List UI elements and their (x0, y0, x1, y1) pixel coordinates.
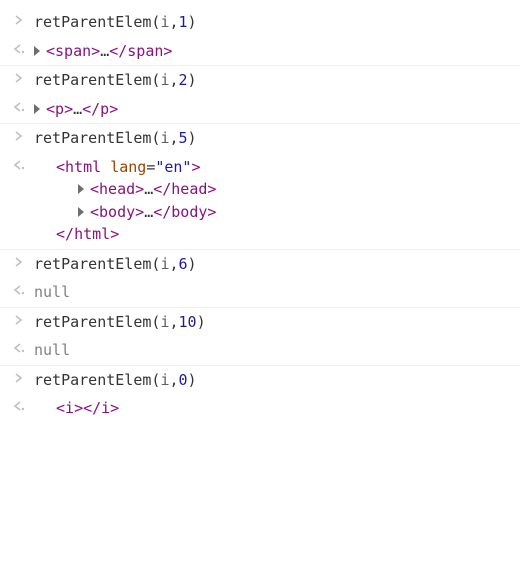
console-input: retParentElem(i,1) (34, 11, 520, 34)
dom-node[interactable]: <i></i> (34, 399, 119, 417)
console-output-row[interactable]: null (4, 336, 520, 365)
console-input-row[interactable]: retParentElem(i,1) (4, 8, 520, 37)
console-input-row[interactable]: retParentElem(i,5) (4, 124, 520, 153)
null-value: null (34, 341, 70, 359)
fn-num: 2 (179, 71, 188, 89)
expand-caret-icon[interactable] (34, 46, 40, 56)
console-output-row[interactable]: <p>…</p> (4, 95, 520, 124)
fn-num: 0 (179, 371, 188, 389)
dom-child-node[interactable]: <body>…</body> (34, 201, 512, 224)
console-output: <i></i> (34, 397, 520, 420)
fn-num: 10 (179, 313, 197, 331)
console-output: <span>…</span> (34, 40, 520, 63)
console-entry: retParentElem(i,1) <span>…</span> (0, 8, 520, 66)
null-value: null (34, 283, 70, 301)
console-output-row[interactable]: <i></i> (4, 394, 520, 423)
expand-caret-icon[interactable] (78, 207, 84, 217)
console-output-row[interactable]: <html lang="en"><head>…</head><body>…</b… (4, 153, 520, 249)
console-input: retParentElem(i,6) (34, 253, 520, 276)
console-input-row[interactable]: retParentElem(i,6) (4, 250, 520, 279)
input-chevron-icon (4, 69, 34, 83)
console-input-row[interactable]: retParentElem(i,0) (4, 366, 520, 395)
console-entry: retParentElem(i,5) <html lang="en"><head>… (0, 124, 520, 250)
output-chevron-icon (4, 281, 34, 295)
input-chevron-icon (4, 369, 34, 383)
fn-name: retParentElem (34, 313, 151, 331)
console-output: null (34, 339, 520, 362)
console-entry: retParentElem(i,2) <p>…</p> (0, 66, 520, 124)
console-output: <p>…</p> (34, 98, 520, 121)
console-output: null (34, 281, 520, 304)
fn-num: 5 (179, 129, 188, 147)
console-panel: retParentElem(i,1)<span>…</span>retParen… (0, 8, 520, 423)
dom-node-open[interactable]: <html lang="en"> (34, 156, 512, 179)
input-chevron-icon (4, 11, 34, 25)
console-output: <html lang="en"><head>…</head><body>…</b… (34, 156, 520, 246)
expand-caret-icon[interactable] (78, 184, 84, 194)
console-entry: retParentElem(i,0) <i></i> (0, 366, 520, 423)
console-input: retParentElem(i,0) (34, 369, 520, 392)
console-input-row[interactable]: retParentElem(i,2) (4, 66, 520, 95)
input-chevron-icon (4, 127, 34, 141)
dom-node-close[interactable]: </html> (34, 223, 512, 246)
output-chevron-icon (4, 98, 34, 112)
console-output-row[interactable]: <span>…</span> (4, 37, 520, 66)
dom-node[interactable]: <p> (46, 100, 73, 118)
output-chevron-icon (4, 156, 34, 170)
fn-name: retParentElem (34, 255, 151, 273)
console-entry: retParentElem(i,10) null (0, 308, 520, 366)
input-chevron-icon (4, 253, 34, 267)
output-chevron-icon (4, 397, 34, 411)
fn-name: retParentElem (34, 71, 151, 89)
expand-caret-icon[interactable] (34, 104, 40, 114)
console-input: retParentElem(i,5) (34, 127, 520, 150)
output-chevron-icon (4, 40, 34, 54)
fn-num: 6 (179, 255, 188, 273)
output-chevron-icon (4, 339, 34, 353)
dom-node[interactable]: <span> (46, 42, 100, 60)
input-chevron-icon (4, 311, 34, 325)
console-input: retParentElem(i,10) (34, 311, 520, 334)
fn-name: retParentElem (34, 13, 151, 31)
fn-num: 1 (179, 13, 188, 31)
fn-name: retParentElem (34, 129, 151, 147)
console-input-row[interactable]: retParentElem(i,10) (4, 308, 520, 337)
dom-child-node[interactable]: <head>…</head> (34, 178, 512, 201)
console-output-row[interactable]: null (4, 278, 520, 307)
console-input: retParentElem(i,2) (34, 69, 520, 92)
fn-name: retParentElem (34, 371, 151, 389)
console-entry: retParentElem(i,6) null (0, 250, 520, 308)
